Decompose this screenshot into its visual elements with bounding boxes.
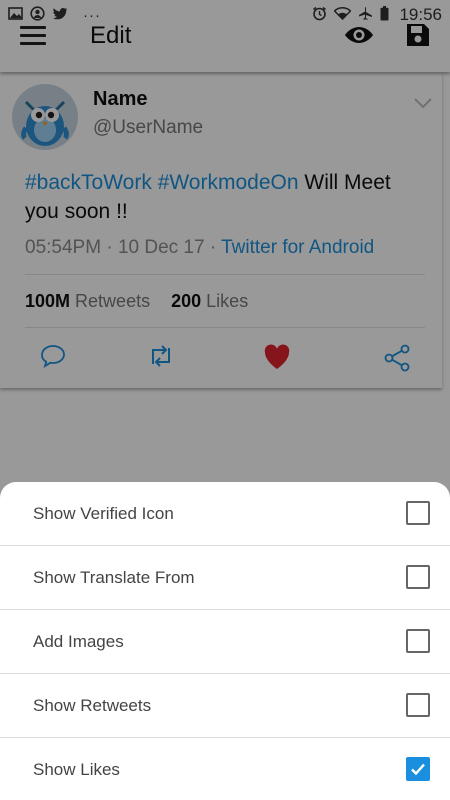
option-label: Show Likes: [33, 760, 120, 779]
checkbox[interactable]: [406, 693, 430, 717]
option-show-likes[interactable]: Show Likes: [0, 738, 450, 800]
options-bottom-sheet: Show Verified Icon Show Translate From A…: [0, 482, 450, 800]
check-icon: [411, 763, 425, 776]
option-label: Show Translate From: [33, 568, 195, 587]
checkbox-checked[interactable]: [406, 757, 430, 781]
option-show-verified-icon[interactable]: Show Verified Icon: [0, 482, 450, 546]
checkbox[interactable]: [406, 501, 430, 525]
checkbox[interactable]: [406, 629, 430, 653]
option-label: Show Retweets: [33, 696, 152, 715]
screen: Edit ··· 19:56 Name @UserName #backToWor…: [0, 0, 450, 800]
checkbox[interactable]: [406, 565, 430, 589]
option-show-retweets[interactable]: Show Retweets: [0, 674, 450, 738]
option-label: Show Verified Icon: [33, 504, 174, 523]
option-label: Add Images: [33, 632, 124, 651]
option-add-images[interactable]: Add Images: [0, 610, 450, 674]
option-show-translate-from[interactable]: Show Translate From: [0, 546, 450, 610]
